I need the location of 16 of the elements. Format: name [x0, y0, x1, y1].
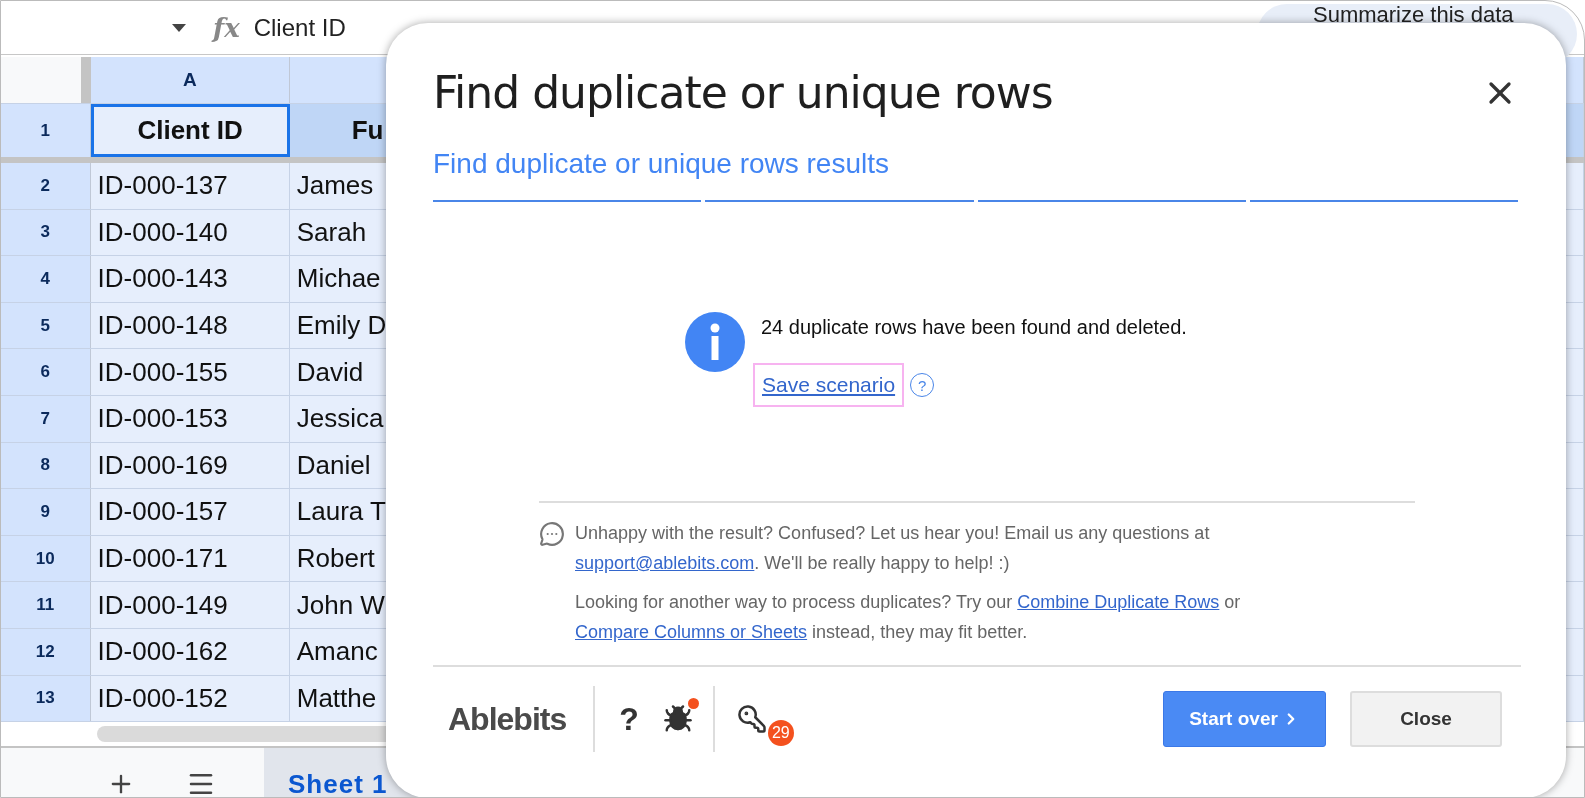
table-cell: ID-000-153	[90, 395, 290, 442]
table-cell: ID-000-149	[90, 582, 290, 628]
table-cell: ID-000-171	[90, 535, 290, 582]
table-cell: ID-000-148	[90, 302, 290, 349]
table-cell: ID-000-162	[90, 628, 290, 675]
table-cell: ID-000-140	[90, 209, 290, 256]
table-cell: ID-000-169	[90, 442, 290, 489]
table-cell: ID-000-143	[90, 256, 290, 302]
table-cell: ID-000-137	[90, 163, 290, 209]
table-cell: ID-000-152	[90, 675, 290, 722]
table-cell: Client ID	[90, 104, 290, 157]
result-message: 24 duplicate rows have been found and deleted.	[761, 316, 1187, 339]
count-badge: 29	[767, 720, 794, 746]
table-cell: ID-000-155	[90, 349, 290, 395]
table-cell: ID-000-157	[90, 489, 290, 535]
function-icon: fx	[213, 12, 240, 43]
